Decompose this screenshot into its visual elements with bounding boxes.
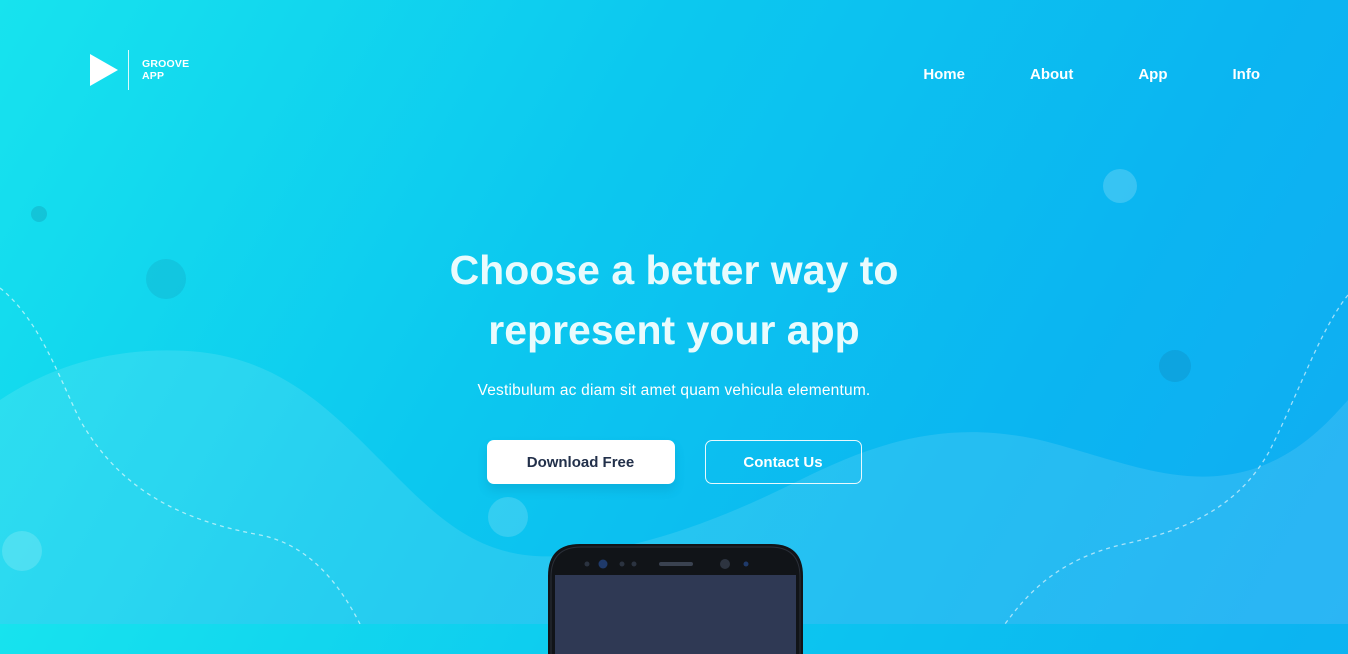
hero-section: Choose a better way to represent your ap… [0, 240, 1348, 400]
decor-circle [2, 531, 42, 571]
brand-name-line1: GROOVE [142, 58, 190, 70]
brand-name: GROOVE APP [142, 58, 189, 82]
phone-speaker [659, 562, 693, 566]
hero-buttons: Download Free Contact Us [0, 440, 1348, 484]
download-free-button[interactable]: Download Free [486, 440, 675, 484]
logo-divider [128, 50, 129, 90]
phone-camera-icon [598, 559, 608, 569]
nav-link-info[interactable]: Info [1233, 66, 1261, 83]
phone-sensor-icon [584, 561, 590, 567]
nav-link-home[interactable]: Home [923, 66, 965, 83]
decor-circle [1103, 169, 1137, 203]
brand-name-line2: APP [142, 70, 165, 82]
decor-circle [31, 206, 47, 222]
contact-us-button[interactable]: Contact Us [704, 440, 862, 484]
nav-link-about[interactable]: About [1030, 66, 1073, 83]
play-triangle-icon [90, 50, 118, 90]
decor-circle [488, 497, 528, 537]
hero-title: Choose a better way to represent your ap… [449, 247, 899, 353]
phone-front-camera-icon [720, 559, 730, 569]
main-nav: Home About App Info [923, 66, 1260, 83]
phone-sensor-icon [631, 561, 637, 567]
brand-logo[interactable]: GROOVE APP [90, 50, 189, 90]
phone-sensor-icon [743, 561, 749, 567]
phone-screen [555, 575, 796, 654]
phone-sensor-icon [619, 561, 625, 567]
nav-link-app[interactable]: App [1138, 66, 1167, 83]
hero-subtitle: Vestibulum ac diam sit amet quam vehicul… [477, 382, 871, 399]
phone-mockup [548, 544, 803, 654]
